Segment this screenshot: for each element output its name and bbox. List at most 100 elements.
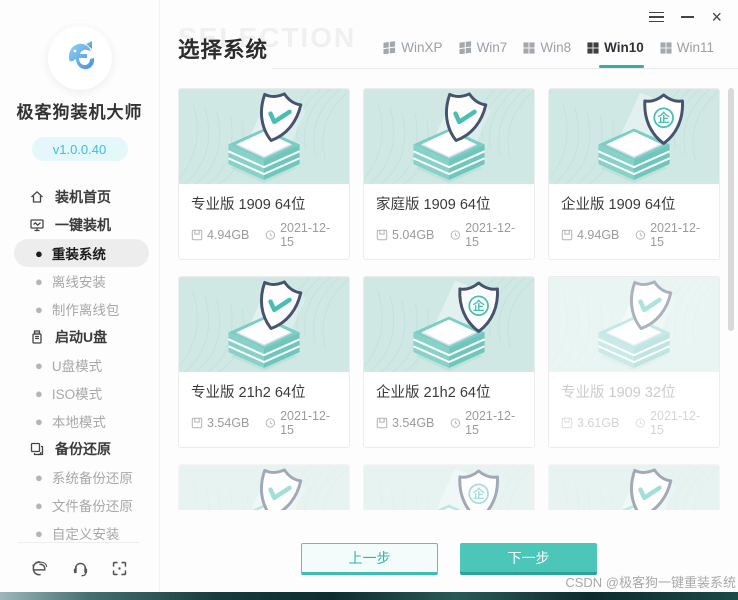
system-box-check-illustration (179, 89, 349, 184)
card-title: 专业版 1909 32位 (561, 385, 676, 401)
sidebar-item-home[interactable]: 装机首页 (0, 183, 159, 211)
minimize-button[interactable] (681, 10, 695, 24)
disk-icon (561, 417, 573, 429)
system-card-disabled[interactable]: 专业版 1909 32位 3.61GB 2021-12-15 (548, 276, 720, 448)
sidebar-item-system-backup-restore[interactable]: ● 系统备份还原 (14, 463, 149, 491)
bullet-icon: ● (35, 245, 43, 261)
system-card[interactable]: 专业版 21h2 64位 3.54GB 2021-12-15 (178, 276, 350, 448)
tab-winxp[interactable]: WinXP (383, 40, 443, 55)
card-title: 企业版 1909 64位 (561, 197, 676, 213)
system-card[interactable]: 家庭版 1909 64位 5.04GB 2021-12-15 (363, 88, 535, 260)
usb-drive-icon (32, 330, 42, 344)
windows-flag-icon (383, 41, 396, 54)
system-box-check-illustration (179, 277, 349, 372)
clock-icon (266, 418, 276, 428)
bullet-icon: ● (35, 385, 43, 401)
window-controls: × (649, 8, 722, 26)
card-size: 4.94GB (207, 228, 250, 242)
system-box-check-illustration (549, 465, 719, 510)
system-box-enterprise-illustration (549, 89, 719, 184)
clock-icon (451, 230, 461, 240)
bullet-icon: ● (35, 273, 43, 289)
sidebar-item-boot-usb[interactable]: 启动U盘 (0, 323, 159, 351)
card-date: 2021-12-15 (650, 409, 701, 437)
sidebar-item-one-key-install[interactable]: 一键装机 (0, 211, 159, 239)
page-title: 选择系统 (178, 38, 269, 62)
tab-win7[interactable]: Win7 (459, 40, 507, 55)
sidebar-item-backup-restore[interactable]: 备份还原 (0, 435, 159, 463)
windows-logo-icon (523, 41, 535, 54)
system-card-partial[interactable] (548, 464, 720, 510)
bullet-icon: ● (35, 469, 43, 485)
sidebar-item-offline-install[interactable]: ● 离线安装 (14, 267, 149, 295)
bullet-icon: ● (35, 413, 43, 429)
card-size: 4.94GB (577, 228, 620, 242)
sidebar-item-reinstall-system[interactable]: ● 重装系统 (14, 239, 149, 267)
app-name: 极客狗装机大师 (16, 103, 143, 122)
os-tabs: WinXP Win7 Win8 Win10 Win11 (383, 40, 714, 68)
bullet-icon: ● (35, 301, 43, 317)
disk-icon (561, 229, 573, 241)
card-date: 2021-12-15 (650, 221, 701, 249)
app-window: 极客狗装机大师 v1.0.0.40 装机首页 一键装机 ● 重装系统 ● 离线安… (0, 0, 738, 600)
tab-win10[interactable]: Win10 (587, 40, 644, 68)
next-step-button[interactable]: 下一步 (460, 543, 597, 575)
card-title: 专业版 21h2 64位 (191, 385, 306, 401)
sidebar-footer (0, 542, 158, 592)
disk-icon (191, 417, 203, 429)
card-title: 专业版 1909 64位 (191, 197, 306, 213)
dog-g-logo-icon (68, 41, 94, 70)
system-card[interactable]: 专业版 1909 64位 4.94GB 2021-12-15 (178, 88, 350, 260)
system-box-check-illustration (179, 465, 349, 510)
app-logo (47, 26, 112, 90)
card-title: 企业版 21h2 64位 (376, 385, 491, 401)
disk-icon (376, 229, 388, 241)
system-card-partial[interactable] (178, 464, 350, 510)
tab-win8[interactable]: Win8 (523, 40, 571, 55)
close-button[interactable]: × (711, 8, 722, 26)
windows-logo-icon (587, 41, 599, 54)
sidebar-item-local-mode[interactable]: ● 本地模式 (14, 407, 149, 435)
system-card[interactable]: 企业版 21h2 64位 3.54GB 2021-12-15 (363, 276, 535, 448)
csdn-watermark-text: CSDN @极客狗一键重装系统 (565, 575, 736, 590)
clock-icon (451, 418, 461, 428)
disk-icon (191, 229, 203, 241)
windows-flag-icon (459, 41, 471, 54)
scan-qr-icon[interactable] (111, 560, 128, 577)
backup-restore-icon (30, 442, 44, 456)
divider (18, 542, 140, 543)
card-size: 5.04GB (392, 228, 435, 242)
window-menu-button[interactable] (649, 10, 665, 24)
sidebar: 极客狗装机大师 v1.0.0.40 装机首页 一键装机 ● 重装系统 ● 离线安… (0, 0, 160, 592)
disk-icon (376, 417, 388, 429)
clock-icon (636, 230, 646, 240)
system-card-list: 专业版 1909 64位 4.94GB 2021-12-15 家庭版 1909 … (178, 88, 720, 510)
ie-browser-icon[interactable] (30, 559, 49, 578)
bullet-icon: ● (35, 525, 43, 541)
bullet-icon: ● (35, 497, 43, 513)
sidebar-item-make-offline-pack[interactable]: ● 制作离线包 (14, 295, 149, 323)
card-size: 3.54GB (392, 416, 435, 430)
system-box-check-illustration (364, 89, 534, 184)
clock-icon (266, 230, 276, 240)
sidebar-item-iso-mode[interactable]: ● ISO模式 (14, 379, 149, 407)
sidebar-item-file-backup-restore[interactable]: ● 文件备份还原 (14, 491, 149, 519)
monitor-icon (30, 219, 44, 232)
card-size: 3.54GB (207, 416, 250, 430)
system-card[interactable]: 企业版 1909 64位 4.94GB 2021-12-15 (548, 88, 720, 260)
previous-step-button[interactable]: 上一步 (301, 543, 438, 575)
system-box-enterprise-illustration (364, 465, 534, 510)
scrollbar-thumb[interactable] (728, 88, 734, 331)
card-date: 2021-12-15 (280, 221, 331, 249)
version-badge: v1.0.0.40 (31, 137, 128, 161)
card-title: 家庭版 1909 64位 (376, 197, 491, 213)
system-card-partial[interactable] (363, 464, 535, 510)
home-icon (31, 191, 43, 203)
card-size: 3.61GB (577, 416, 620, 430)
system-box-enterprise-illustration (364, 277, 534, 372)
windows-logo-icon (660, 41, 672, 54)
tab-win11[interactable]: Win11 (660, 40, 714, 55)
support-headset-icon[interactable] (71, 559, 90, 578)
main-content: × SELECTION 选择系统 WinXP Win7 Win8 Win10 W… (160, 0, 738, 592)
sidebar-item-usb-mode[interactable]: ● U盘模式 (14, 351, 149, 379)
